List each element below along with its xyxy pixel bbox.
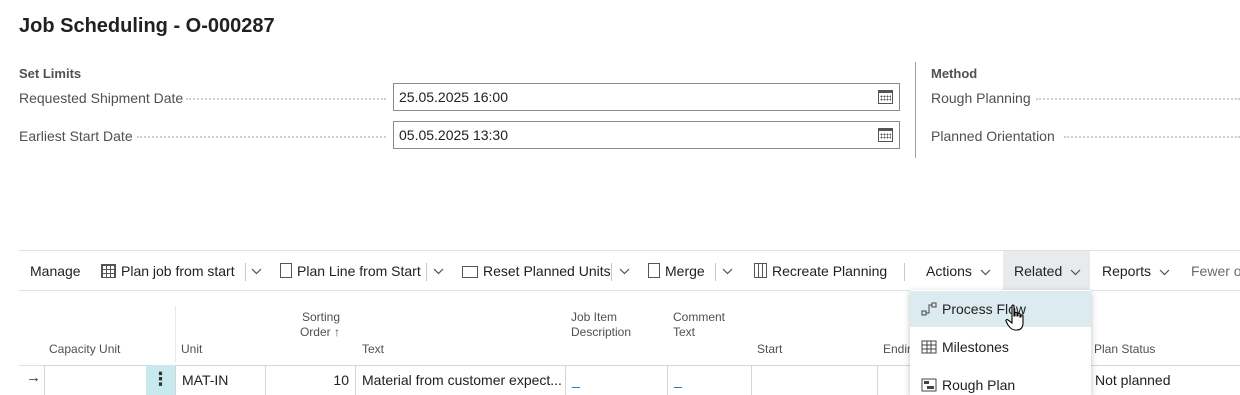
- merge-button[interactable]: Merge: [648, 251, 705, 291]
- merge-icon: [648, 263, 660, 278]
- comment-line2: Text: [673, 325, 696, 339]
- actions-menu-button[interactable]: Actions: [926, 251, 991, 291]
- chevron-down-icon: [1070, 269, 1081, 276]
- method-heading: Method: [931, 66, 978, 81]
- requested-shipment-date-label: Requested Shipment Date: [19, 90, 184, 106]
- column-header-capacity-unit[interactable]: Capacity Unit: [49, 342, 120, 357]
- cell-capacity-unit[interactable]: [44, 365, 147, 395]
- recreate-planning-label: Recreate Planning: [772, 263, 888, 279]
- planned-orientation-label: Planned Orientation: [931, 128, 1055, 144]
- cell-text[interactable]: Material from customer expect...: [355, 365, 566, 395]
- job-item-line2: Description: [571, 325, 632, 339]
- sort-ascending-icon: ↑: [334, 325, 340, 339]
- grid-icon: [101, 264, 116, 278]
- fewer-options-button[interactable]: Fewer o: [1191, 251, 1240, 291]
- reset-planned-units-button[interactable]: Reset Planned Units: [462, 251, 611, 291]
- actions-label: Actions: [926, 263, 972, 279]
- menu-item-process-flow[interactable]: Process Flow: [910, 291, 1091, 327]
- menu-item-milestones[interactable]: Milestones: [910, 329, 1091, 365]
- cell-start[interactable]: [751, 365, 878, 395]
- sorting-order-line2: Order: [299, 325, 331, 339]
- field-leader-dots: [1064, 136, 1240, 138]
- recreate-planning-button[interactable]: Recreate Planning: [754, 251, 887, 291]
- plan-line-from-start-button[interactable]: Plan Line from Start: [280, 251, 421, 291]
- building-icon: [754, 263, 767, 278]
- earliest-start-date-value: 05.05.2025 13:30: [399, 127, 508, 143]
- job-item-line1: Job Item: [571, 310, 618, 324]
- plan-job-from-start-button[interactable]: Plan job from start: [101, 251, 235, 291]
- sorting-order-line1: Sorting: [301, 310, 340, 324]
- chevron-down-icon[interactable]: [427, 251, 449, 291]
- cell-comment-text[interactable]: _: [667, 365, 752, 395]
- plan-job-from-start-label: Plan job from start: [121, 263, 235, 279]
- cell-plan-status[interactable]: Not planned: [1088, 365, 1240, 395]
- field-leader-dots: [186, 98, 386, 100]
- earliest-start-date-label: Earliest Start Date: [19, 128, 133, 144]
- reports-menu-button[interactable]: Reports: [1102, 251, 1170, 291]
- separator: [611, 263, 612, 281]
- cell-sorting-order[interactable]: 10: [265, 365, 356, 395]
- page-title: Job Scheduling - O-000287: [19, 15, 275, 37]
- hand-cursor-icon: [1005, 304, 1024, 331]
- column-header-job-item-description[interactable]: Job Item Description: [571, 310, 631, 340]
- column-divider: [175, 306, 176, 362]
- row-selected-arrow-icon: →: [26, 369, 41, 386]
- column-header-plan-status[interactable]: Plan Status: [1094, 342, 1155, 357]
- menu-item-rough-plan[interactable]: Rough Plan: [910, 367, 1091, 395]
- column-header-text[interactable]: Text: [362, 342, 384, 357]
- milestones-icon: [921, 340, 937, 354]
- reset-planned-units-label: Reset Planned Units: [483, 263, 611, 279]
- reset-icon: [462, 266, 478, 278]
- cell-job-item-description[interactable]: _: [565, 365, 668, 395]
- manage-button[interactable]: Manage: [30, 251, 81, 291]
- action-bar: Manage Plan job from start Plan Line fro…: [19, 250, 1240, 291]
- requested-shipment-date-value: 25.05.2025 16:00: [399, 89, 508, 105]
- cell-unit[interactable]: MAT-IN: [175, 365, 266, 395]
- chevron-down-icon: [980, 269, 991, 276]
- row-actions-kebab-icon[interactable]: ⋮: [146, 365, 175, 395]
- earliest-start-date-input[interactable]: 05.05.2025 13:30: [393, 121, 900, 149]
- column-header-start[interactable]: Start: [757, 342, 782, 357]
- chevron-down-icon[interactable]: [245, 251, 267, 291]
- document-icon: [280, 263, 292, 278]
- separator: [904, 263, 905, 281]
- milestones-label: Milestones: [942, 339, 1009, 355]
- field-leader-dots: [137, 136, 386, 138]
- cell-ending[interactable]: [877, 365, 911, 395]
- comment-line1: Comment: [673, 310, 726, 324]
- related-menu-button[interactable]: Related: [1003, 251, 1090, 291]
- rough-planning-label: Rough Planning: [931, 90, 1031, 106]
- column-header-comment-text[interactable]: Comment Text: [673, 310, 725, 340]
- rough-plan-label: Rough Plan: [942, 377, 1016, 393]
- calendar-icon[interactable]: [878, 90, 893, 104]
- plan-line-from-start-label: Plan Line from Start: [297, 263, 421, 279]
- chevron-down-icon: [1159, 269, 1170, 276]
- rough-plan-icon: [921, 378, 937, 392]
- reports-label: Reports: [1102, 263, 1152, 279]
- related-dropdown-menu: Process Flow Milestones Rough Plan: [910, 290, 1091, 395]
- chevron-down-icon[interactable]: [613, 251, 635, 291]
- calendar-icon[interactable]: [878, 128, 893, 142]
- merge-label: Merge: [665, 263, 705, 279]
- chevron-down-icon[interactable]: [716, 251, 738, 291]
- section-divider: [915, 62, 916, 158]
- set-limits-heading: Set Limits: [19, 66, 82, 81]
- column-header-sorting-order[interactable]: Sorting Order ↑: [272, 310, 340, 340]
- process-flow-icon: [921, 302, 937, 316]
- requested-shipment-date-input[interactable]: 25.05.2025 16:00: [393, 83, 900, 111]
- column-header-unit[interactable]: Unit: [181, 342, 202, 357]
- related-label: Related: [1014, 263, 1063, 279]
- field-leader-dots: [1036, 98, 1240, 100]
